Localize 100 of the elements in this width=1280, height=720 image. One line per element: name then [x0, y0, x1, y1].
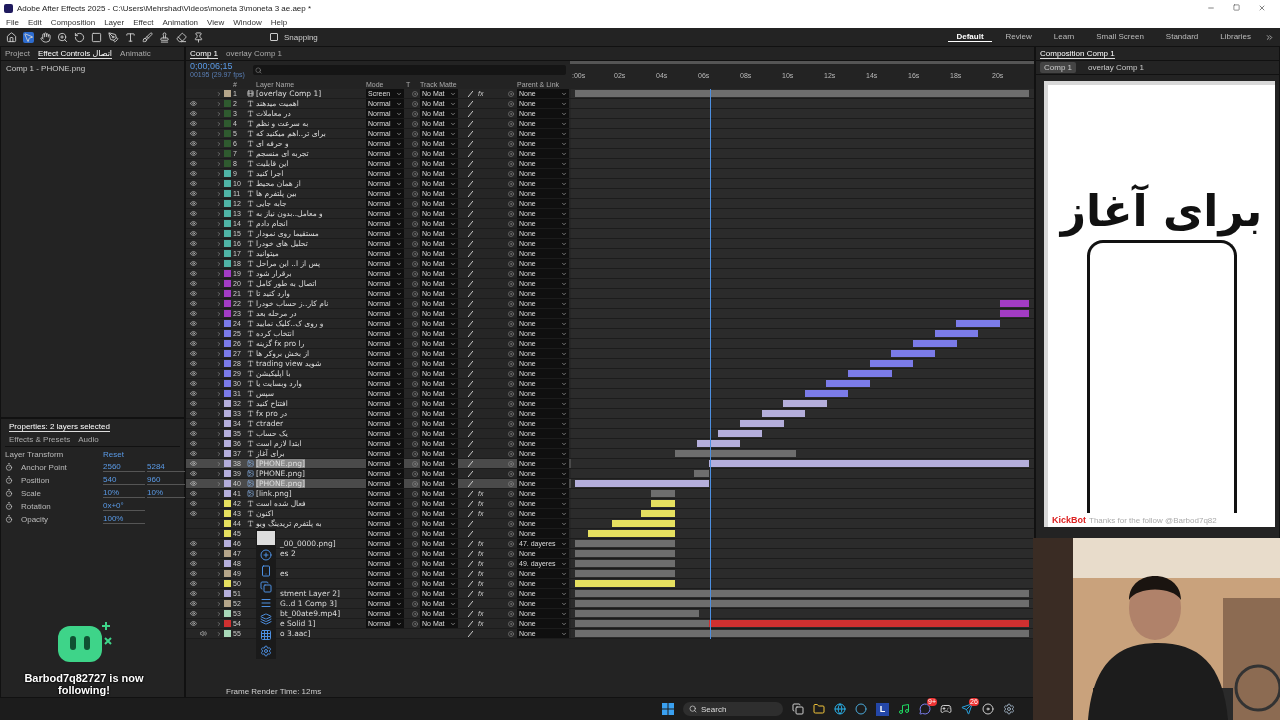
property-value[interactable]: 100%: [103, 514, 145, 524]
eye-icon[interactable]: [190, 600, 197, 607]
eye-icon[interactable]: [190, 550, 197, 557]
eye-icon[interactable]: [190, 250, 197, 257]
eye-icon[interactable]: [190, 340, 197, 347]
task-view-icon[interactable]: [792, 703, 804, 715]
eye-icon[interactable]: [190, 320, 197, 327]
taskbar-search[interactable]: Search: [683, 702, 783, 716]
eye-icon[interactable]: [190, 220, 197, 227]
eye-icon[interactable]: [190, 620, 197, 627]
eye-icon[interactable]: [190, 310, 197, 317]
eye-icon[interactable]: [190, 570, 197, 577]
eye-icon[interactable]: [190, 110, 197, 117]
grid-icon[interactable]: [260, 629, 272, 641]
panel-tab[interactable]: Effect Controls اتصال: [37, 48, 113, 59]
pen-tool[interactable]: [108, 31, 119, 43]
eye-icon[interactable]: [190, 240, 197, 247]
eye-icon[interactable]: [190, 120, 197, 127]
workspace-tab[interactable]: Standard: [1157, 32, 1207, 42]
panel-tab[interactable]: Animatic: [120, 48, 151, 59]
stopwatch-icon[interactable]: [5, 463, 13, 471]
panel-tab[interactable]: Effects & Presets: [9, 435, 71, 445]
workspace-tab[interactable]: Small Screen: [1088, 32, 1152, 42]
eye-icon[interactable]: [190, 290, 197, 297]
menu-item[interactable]: View: [207, 17, 225, 27]
eye-icon[interactable]: [190, 360, 197, 367]
menu-icon[interactable]: [260, 597, 272, 609]
layers-icon[interactable]: [260, 613, 272, 625]
workspace-tab[interactable]: Default: [948, 32, 992, 42]
breadcrumb[interactable]: overlay Comp 1: [1084, 62, 1149, 73]
brush-tool[interactable]: [142, 31, 153, 43]
menu-item[interactable]: File: [6, 17, 19, 27]
eye-icon[interactable]: [190, 140, 197, 147]
eye-icon[interactable]: [190, 610, 197, 617]
eye-icon[interactable]: [190, 210, 197, 217]
start-button[interactable]: [662, 703, 674, 715]
eye-icon[interactable]: [190, 370, 197, 377]
zoom-tool[interactable]: [57, 31, 68, 43]
copy-icon[interactable]: [260, 581, 272, 593]
globe-icon[interactable]: [834, 703, 846, 715]
eye-icon[interactable]: [190, 380, 197, 387]
stamp-tool[interactable]: [159, 31, 170, 43]
gamepad-icon[interactable]: [940, 703, 952, 715]
settings-icon[interactable]: [260, 645, 272, 657]
eye-icon[interactable]: [190, 280, 197, 287]
eye-icon[interactable]: [190, 510, 197, 517]
comp-tab[interactable]: Comp 1: [190, 48, 218, 59]
menu-item[interactable]: Composition: [50, 17, 96, 27]
menu-item[interactable]: Animation: [162, 17, 199, 27]
folder-icon[interactable]: [813, 703, 825, 715]
eye-icon[interactable]: [190, 470, 197, 477]
eye-icon[interactable]: [190, 230, 197, 237]
snapping-checkbox[interactable]: [270, 33, 278, 41]
phone-icon[interactable]: [260, 565, 272, 577]
eye-icon[interactable]: [190, 390, 197, 397]
menu-item[interactable]: Layer: [104, 17, 125, 27]
rotate-tool[interactable]: [74, 31, 85, 43]
app-tile[interactable]: L: [876, 702, 889, 716]
shape-tool[interactable]: [91, 31, 102, 43]
more-icon[interactable]: [1265, 32, 1274, 42]
eye-icon[interactable]: [190, 440, 197, 447]
eraser-tool[interactable]: [176, 31, 187, 43]
eye-icon[interactable]: [190, 180, 197, 187]
eye-icon[interactable]: [190, 160, 197, 167]
selection-tool[interactable]: [23, 31, 34, 43]
stopwatch-icon[interactable]: [5, 502, 13, 510]
eye-icon[interactable]: [190, 430, 197, 437]
eye-icon[interactable]: [190, 500, 197, 507]
menu-item[interactable]: Effect: [133, 17, 154, 27]
eye-icon[interactable]: [190, 130, 197, 137]
music-icon[interactable]: [898, 703, 910, 715]
eye-icon[interactable]: [190, 540, 197, 547]
eye-icon[interactable]: [190, 590, 197, 597]
eye-icon[interactable]: [190, 420, 197, 427]
disc-icon[interactable]: [982, 703, 994, 715]
maximize-button[interactable]: [1233, 4, 1240, 11]
circle-icon[interactable]: [855, 703, 867, 715]
eye-icon[interactable]: [190, 480, 197, 487]
workspace-tab[interactable]: Learn: [1045, 32, 1083, 42]
workspace-tab[interactable]: Libraries: [1212, 32, 1259, 42]
close-button[interactable]: [1258, 4, 1266, 12]
chat-icon[interactable]: [919, 703, 931, 715]
property-value[interactable]: 2560: [103, 462, 145, 472]
settings-icon[interactable]: [1003, 703, 1015, 715]
eye-icon[interactable]: [190, 350, 197, 357]
menu-item[interactable]: Edit: [27, 17, 42, 27]
breadcrumb[interactable]: Comp 1: [1040, 62, 1076, 73]
eye-icon[interactable]: [190, 460, 197, 467]
eye-icon[interactable]: [190, 330, 197, 337]
stopwatch-icon[interactable]: [5, 515, 13, 523]
property-value[interactable]: 0x+0°: [103, 501, 145, 511]
panel-title[interactable]: Composition Comp 1: [1040, 48, 1115, 59]
speaker-icon[interactable]: [200, 630, 207, 637]
eye-icon[interactable]: [190, 270, 197, 277]
property-value[interactable]: 540: [103, 475, 145, 485]
eye-icon[interactable]: [190, 190, 197, 197]
hand-tool[interactable]: [40, 31, 51, 43]
comp-tab[interactable]: overlay Comp 1: [226, 48, 283, 59]
home-button[interactable]: [6, 31, 17, 43]
eye-icon[interactable]: [190, 560, 197, 567]
